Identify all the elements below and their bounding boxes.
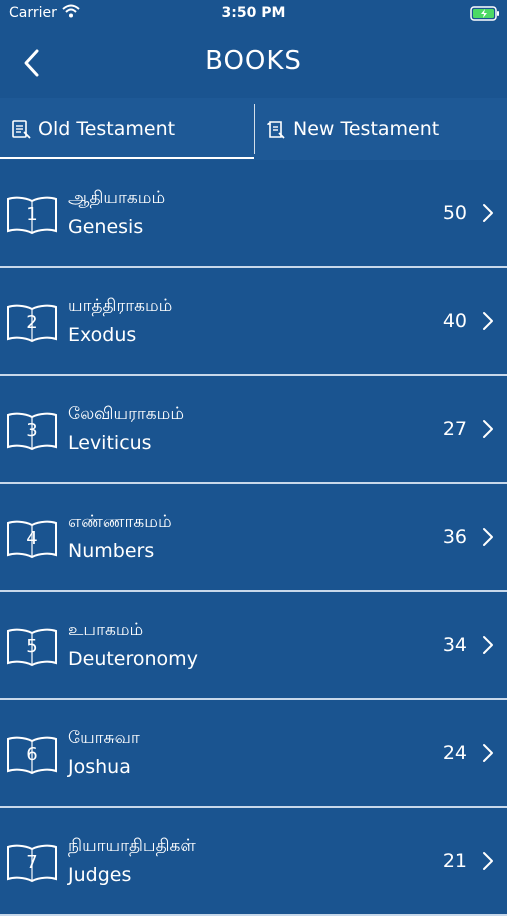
book-english-name: Genesis	[68, 216, 144, 238]
book-number: 2	[26, 312, 38, 333]
chapter-count: 50	[442, 202, 467, 224]
chevron-right-icon	[483, 852, 493, 870]
testament-tab-bar: Old Testament New Testament	[0, 98, 507, 160]
selected-tab-indicator	[0, 157, 254, 159]
book-row-deuteronomy[interactable]: 5 உபாகமம் Deuteronomy 34	[0, 592, 507, 700]
chevron-right-icon	[483, 528, 493, 546]
chapter-count: 21	[442, 850, 467, 872]
book-row-leviticus[interactable]: 3 லேவியராகமம் Leviticus 27	[0, 376, 507, 484]
book-number: 4	[26, 528, 38, 549]
chapter-count: 36	[442, 526, 467, 548]
status-bar: Carrier 3:50 PM	[0, 0, 507, 28]
chevron-right-icon	[483, 636, 493, 654]
chevron-right-icon	[483, 204, 493, 222]
page-title: BOOKS	[205, 46, 302, 76]
book-number: 7	[26, 852, 38, 873]
book-tamil-name: யாத்திராகமம்	[68, 296, 173, 316]
chevron-right-icon	[483, 744, 493, 762]
book-english-name: Leviticus	[68, 432, 152, 454]
book-tamil-name: யோசுவா	[68, 728, 140, 748]
tab-new-testament[interactable]: New Testament	[255, 98, 507, 160]
chapter-count: 27	[442, 418, 467, 440]
book-row-exodus[interactable]: 2 யாத்திராகமம் Exodus 40	[0, 268, 507, 376]
old-testament-icon	[12, 120, 31, 139]
chapter-count: 24	[442, 742, 467, 764]
tab-new-testament-label: New Testament	[293, 118, 440, 140]
chevron-right-icon	[483, 420, 493, 438]
chevron-right-icon	[483, 312, 493, 330]
book-row-numbers[interactable]: 4 எண்ணாகமம் Numbers 36	[0, 484, 507, 592]
status-time: 3:50 PM	[221, 5, 286, 21]
book-english-name: Exodus	[68, 324, 137, 346]
book-tamil-name: நியாயாதிபதிகள்	[68, 836, 196, 856]
tab-old-testament-label: Old Testament	[38, 118, 176, 140]
book-row-joshua[interactable]: 6 யோசுவா Joshua 24	[0, 700, 507, 808]
navigation-bar: BOOKS	[0, 28, 507, 98]
book-tamil-name: லேவியராகமம்	[68, 404, 184, 424]
book-tamil-name: எண்ணாகமம்	[68, 512, 172, 532]
new-testament-icon	[267, 121, 285, 139]
book-english-name: Joshua	[68, 756, 131, 778]
book-number: 3	[26, 420, 38, 441]
book-english-name: Numbers	[68, 540, 155, 562]
book-list: 1 ஆதியாகமம் Genesis 50 2 யாத்திராகமம் Ex…	[0, 160, 507, 916]
book-row-genesis[interactable]: 1 ஆதியாகமம் Genesis 50	[0, 160, 507, 268]
chapter-count: 34	[442, 634, 467, 656]
chapter-count: 40	[442, 310, 467, 332]
book-tamil-name: ஆதியாகமம்	[68, 188, 166, 208]
book-number: 1	[26, 204, 38, 225]
book-number: 6	[26, 744, 38, 765]
book-tamil-name: உபாகமம்	[68, 620, 144, 640]
battery-icon	[470, 6, 499, 21]
book-number: 5	[26, 636, 38, 657]
book-english-name: Deuteronomy	[68, 648, 198, 670]
book-english-name: Judges	[68, 864, 132, 886]
tab-old-testament[interactable]: Old Testament	[0, 98, 253, 160]
